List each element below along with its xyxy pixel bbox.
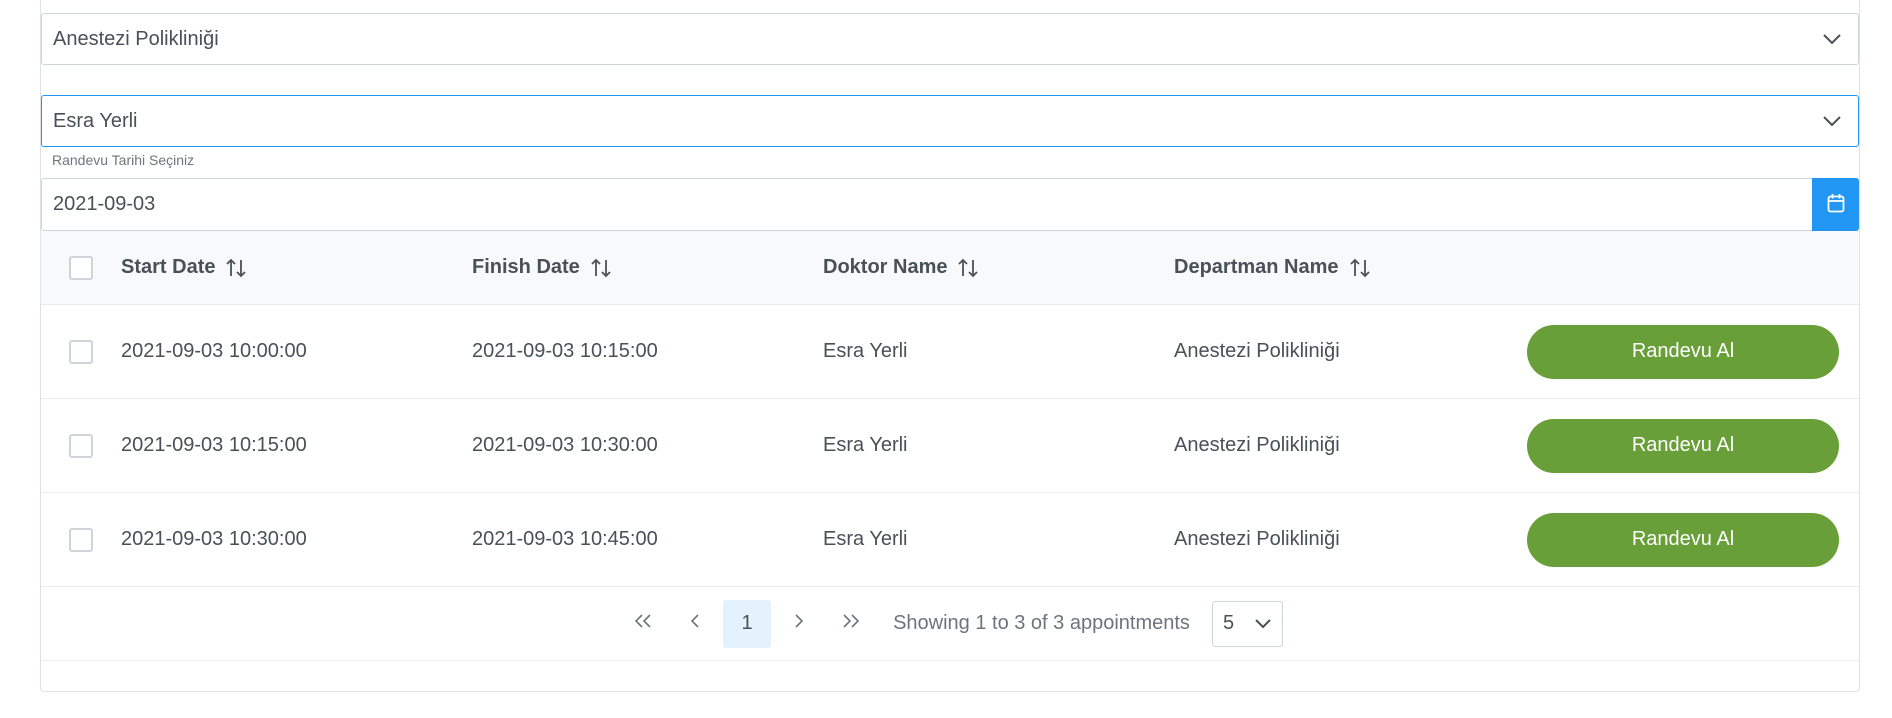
chevron-down-icon [1806, 95, 1858, 147]
column-header-doktor-name[interactable]: Doktor Name [823, 256, 1174, 279]
double-chevron-right-icon [842, 613, 860, 634]
sort-icon [225, 257, 247, 279]
table-row: 2021-09-03 10:30:00 2021-09-03 10:45:00 … [41, 493, 1859, 587]
calendar-button[interactable] [1812, 178, 1859, 231]
doctor-dropdown[interactable]: Esra Yerli [41, 95, 1859, 147]
chevron-down-icon [1254, 612, 1272, 635]
rows-per-page-dropdown[interactable]: 5 [1211, 600, 1283, 647]
start-date-cell: 2021-09-03 10:00:00 [121, 340, 307, 362]
column-header-departman-name[interactable]: Departman Name [1174, 256, 1525, 279]
start-date-cell: 2021-09-03 10:30:00 [121, 528, 307, 550]
finish-date-cell: 2021-09-03 10:15:00 [472, 340, 658, 362]
date-label: Randevu Tarihi Seçiniz [52, 152, 195, 168]
doctor-dropdown-value: Esra Yerli [53, 109, 138, 132]
department-name-cell: Anestezi Polikliniği [1174, 434, 1340, 456]
column-header-finish-date[interactable]: Finish Date [472, 256, 823, 279]
row-checkbox[interactable] [69, 527, 93, 552]
paginator: 1 Showing 1 to 3 of 3 appointments 5 [41, 587, 1859, 661]
page-button-1[interactable]: 1 [723, 599, 772, 648]
doctor-name-cell: Esra Yerli [823, 528, 908, 550]
table-header: Start Date Finish Date Doktor Name Depar… [41, 231, 1859, 305]
department-name-cell: Anestezi Polikliniği [1174, 340, 1340, 362]
sort-icon [590, 257, 612, 279]
randevu-al-button[interactable]: Randevu Al [1527, 324, 1839, 379]
first-page-button[interactable] [619, 600, 667, 648]
next-page-button[interactable] [775, 600, 823, 648]
column-header-start-date[interactable]: Start Date [121, 256, 472, 279]
finish-date-cell: 2021-09-03 10:30:00 [472, 434, 658, 456]
chevron-left-icon [690, 613, 700, 634]
finish-date-cell: 2021-09-03 10:45:00 [472, 528, 658, 550]
chevron-right-icon [794, 613, 804, 634]
calendar-icon [1827, 193, 1845, 216]
sort-icon [957, 257, 979, 279]
chevron-down-icon [1806, 13, 1858, 65]
date-picker [41, 178, 1859, 231]
doctor-name-cell: Esra Yerli [823, 434, 908, 456]
row-checkbox[interactable] [69, 433, 93, 458]
randevu-al-button[interactable]: Randevu Al [1527, 418, 1839, 473]
start-date-cell: 2021-09-03 10:15:00 [121, 434, 307, 456]
doctor-name-cell: Esra Yerli [823, 340, 908, 362]
page-report: Showing 1 to 3 of 3 appointments [893, 612, 1190, 634]
select-all-checkbox[interactable] [69, 255, 93, 280]
department-dropdown-value: Anestezi Polikliniği [53, 27, 219, 50]
prev-page-button[interactable] [671, 600, 719, 648]
last-page-button[interactable] [827, 600, 875, 648]
department-dropdown[interactable]: Anestezi Polikliniği [41, 13, 1859, 65]
table-row: 2021-09-03 10:00:00 2021-09-03 10:15:00 … [41, 305, 1859, 399]
randevu-al-button[interactable]: Randevu Al [1527, 512, 1839, 567]
double-chevron-left-icon [634, 613, 652, 634]
appointments-table: Start Date Finish Date Doktor Name Depar… [41, 231, 1859, 661]
rows-per-page-value: 5 [1222, 612, 1235, 634]
date-input[interactable] [41, 178, 1812, 231]
department-name-cell: Anestezi Polikliniği [1174, 528, 1340, 550]
sort-icon [1349, 257, 1371, 279]
row-checkbox[interactable] [69, 339, 93, 364]
table-row: 2021-09-03 10:15:00 2021-09-03 10:30:00 … [41, 399, 1859, 493]
